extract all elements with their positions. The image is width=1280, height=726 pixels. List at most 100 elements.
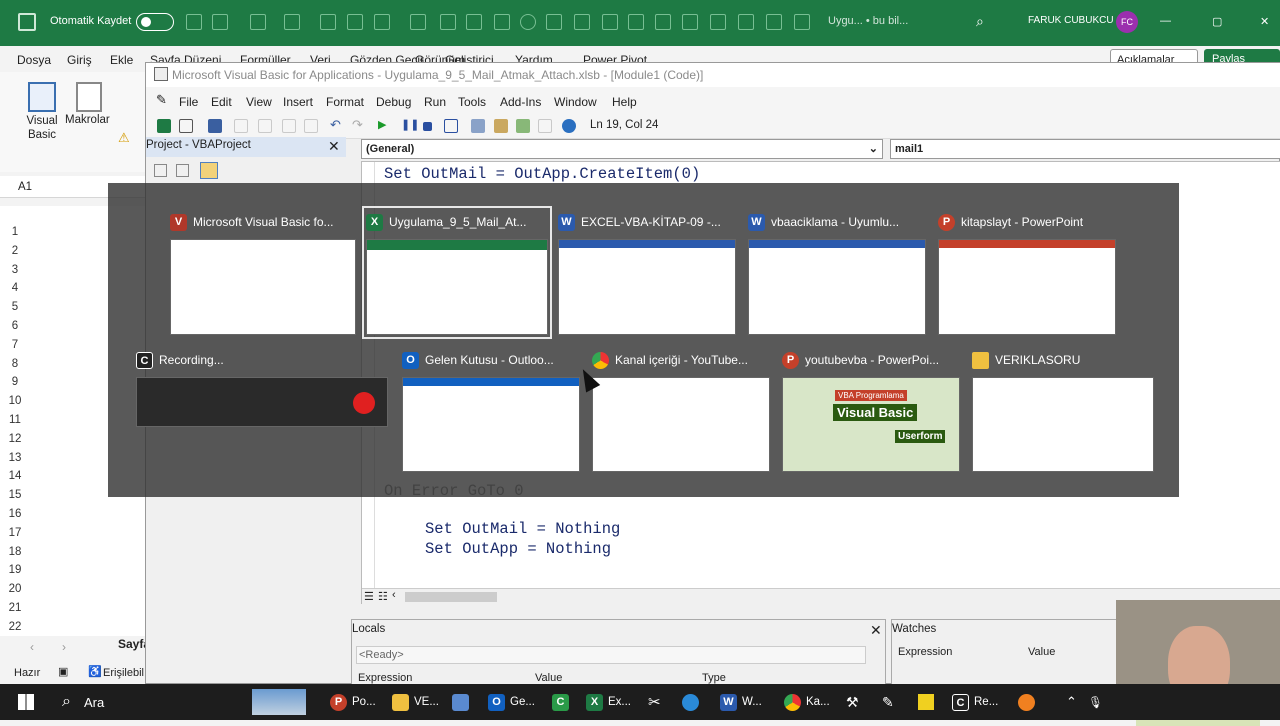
menu-edit[interactable]: Edit — [211, 95, 232, 109]
task-window-powerpoint-youtubevba[interactable]: Pyoutubevba - PowerPoi... VBA Programlam… — [782, 348, 960, 472]
watches-col-value[interactable]: Value — [1028, 646, 1055, 658]
row-header-5[interactable]: 5 — [0, 301, 30, 313]
find-icon[interactable] — [304, 119, 318, 133]
taskbar-item-sticky[interactable] — [918, 684, 934, 720]
design-mode-icon[interactable] — [444, 119, 458, 133]
task-window-folder[interactable]: VERIKLASORU — [972, 348, 1154, 472]
menu-ekle[interactable]: Ekle — [110, 53, 133, 67]
visual-basic-button[interactable]: Visual Basic — [24, 114, 60, 142]
taskbar-item-paint[interactable]: ✎ — [882, 684, 894, 720]
minimize-icon[interactable]: — — [1160, 15, 1171, 27]
row-header-16[interactable]: 16 — [0, 508, 30, 520]
code-line-set-outmail[interactable]: Set OutMail = Nothing — [425, 520, 620, 538]
taskbar-widget-bridge[interactable] — [252, 684, 306, 720]
row-header-8[interactable]: 8 — [0, 358, 30, 370]
project-explorer-icon[interactable] — [471, 119, 485, 133]
menu-help[interactable]: Help — [612, 95, 637, 109]
toolbar-icon-10[interactable] — [628, 14, 644, 30]
task-window-powerpoint-kitapslayt[interactable]: Pkitapslayt - PowerPoint — [938, 210, 1116, 335]
save-icon[interactable] — [186, 14, 202, 30]
locals-col-type[interactable]: Type — [702, 672, 726, 684]
object-dropdown[interactable]: (General) ⌄ — [361, 139, 883, 159]
paste-icon[interactable] — [282, 119, 296, 133]
row-header-14[interactable]: 14 — [0, 470, 30, 482]
toolbar-icon-14[interactable] — [766, 14, 782, 30]
code-line-createitem[interactable]: Set OutMail = OutApp.CreateItem(0) — [384, 165, 700, 183]
menu-file[interactable]: File — [179, 95, 198, 109]
menu-add-ins[interactable]: Add-Ins — [500, 95, 541, 109]
task-window-excel[interactable]: X Uygulama_9_5_Mail_At... — [362, 206, 552, 339]
taskbar-item-tool[interactable]: ⚒ — [846, 684, 859, 720]
copy-icon[interactable] — [258, 119, 272, 133]
vbe-menu-icon[interactable]: ✎ — [156, 92, 167, 108]
row-header-20[interactable]: 20 — [0, 583, 30, 595]
row-header-11[interactable]: 11 — [0, 414, 30, 426]
locals-col-expression[interactable]: Expression — [358, 672, 412, 684]
row-header-1[interactable]: 1 — [0, 226, 30, 238]
name-box[interactable]: A1 — [18, 181, 32, 193]
full-module-view-icon[interactable]: ☷ — [378, 590, 388, 603]
taskbar-item-chrome[interactable]: Ka... — [784, 684, 830, 720]
menu-view[interactable]: View — [246, 95, 272, 109]
row-header-12[interactable]: 12 — [0, 433, 30, 445]
taskbar-item-misc[interactable] — [1018, 684, 1035, 720]
taskbar-item-app[interactable] — [452, 684, 469, 720]
menu-format[interactable]: Format — [326, 95, 364, 109]
locals-col-value[interactable]: Value — [535, 672, 562, 684]
toolbox-icon[interactable] — [538, 119, 552, 133]
toolbar-icon-8[interactable] — [574, 14, 590, 30]
toggle-folders-icon[interactable] — [200, 162, 218, 179]
properties-icon[interactable] — [494, 119, 508, 133]
toolbar-icon-5[interactable] — [466, 14, 482, 30]
row-header-22[interactable]: 22 — [0, 621, 30, 633]
menu-debug[interactable]: Debug — [376, 95, 411, 109]
macros-button[interactable]: Makrolar — [65, 114, 110, 126]
row-header-3[interactable]: 3 — [0, 264, 30, 276]
task-window-recording[interactable]: C Recording... — [136, 348, 388, 438]
code-line-set-outapp[interactable]: Set OutApp = Nothing — [425, 540, 611, 558]
toolbar-icon-12[interactable] — [710, 14, 726, 30]
scroll-thumb[interactable] — [405, 592, 497, 602]
taskbar-item-outlook[interactable]: O Ge... — [488, 684, 535, 720]
undo-icon[interactable] — [212, 14, 228, 30]
row-header-13[interactable]: 13 — [0, 452, 30, 464]
watches-col-expression[interactable]: Expression — [898, 646, 952, 658]
row-header-18[interactable]: 18 — [0, 546, 30, 558]
scroll-left-icon[interactable]: ‹ — [392, 589, 396, 601]
taskbar-item-browser[interactable] — [682, 684, 699, 720]
taskbar-item-snip[interactable]: ✂ — [648, 684, 661, 720]
toolbar-icon-15[interactable] — [794, 14, 810, 30]
object-browser-icon[interactable] — [516, 119, 530, 133]
menu-window[interactable]: Window — [554, 95, 597, 109]
cut-icon[interactable] — [234, 119, 248, 133]
search-icon[interactable]: ⌕ — [976, 13, 984, 30]
taskbar-item-word[interactable]: W W... — [720, 684, 762, 720]
menu-dosya[interactable]: Dosya — [17, 53, 51, 67]
sheet-scroll-right-icon[interactable]: › — [62, 640, 66, 654]
toolbar-icon-9[interactable] — [602, 14, 618, 30]
menu-tools[interactable]: Tools — [458, 95, 486, 109]
visual-basic-icon[interactable] — [28, 82, 56, 112]
smile-icon[interactable] — [520, 14, 536, 30]
view-object-icon[interactable] — [176, 164, 189, 177]
redo-icon[interactable] — [250, 14, 266, 30]
toolbar-icon-1[interactable] — [284, 14, 300, 30]
close-icon[interactable]: ✕ — [1260, 15, 1269, 28]
autosave-toggle[interactable] — [136, 13, 174, 31]
help-icon[interactable] — [562, 119, 576, 133]
view-code-icon[interactable] — [154, 164, 167, 177]
toolbar-icon-3[interactable] — [410, 14, 426, 30]
row-header-2[interactable]: 2 — [0, 245, 30, 257]
taskbar-item-excel[interactable]: X Ex... — [586, 684, 631, 720]
task-window-word-kitap[interactable]: W EXCEL-VBA-KİTAP-09 -... — [558, 210, 736, 335]
task-window-outlook[interactable]: O Gelen Kutusu - Outloo... — [402, 348, 580, 472]
accessibility-icon[interactable]: ♿ — [88, 665, 102, 678]
vbe-undo-icon[interactable]: ↶ — [330, 117, 344, 132]
toolbar-icon-6[interactable] — [494, 14, 510, 30]
toolbar-icon-2[interactable] — [320, 14, 336, 30]
task-window-vba[interactable]: V Microsoft Visual Basic fo... — [170, 210, 356, 335]
row-header-21[interactable]: 21 — [0, 602, 30, 614]
row-header-4[interactable]: 4 — [0, 282, 30, 294]
view-excel-icon[interactable] — [157, 119, 171, 133]
status-accessibility[interactable]: Erişilebil — [103, 667, 144, 679]
